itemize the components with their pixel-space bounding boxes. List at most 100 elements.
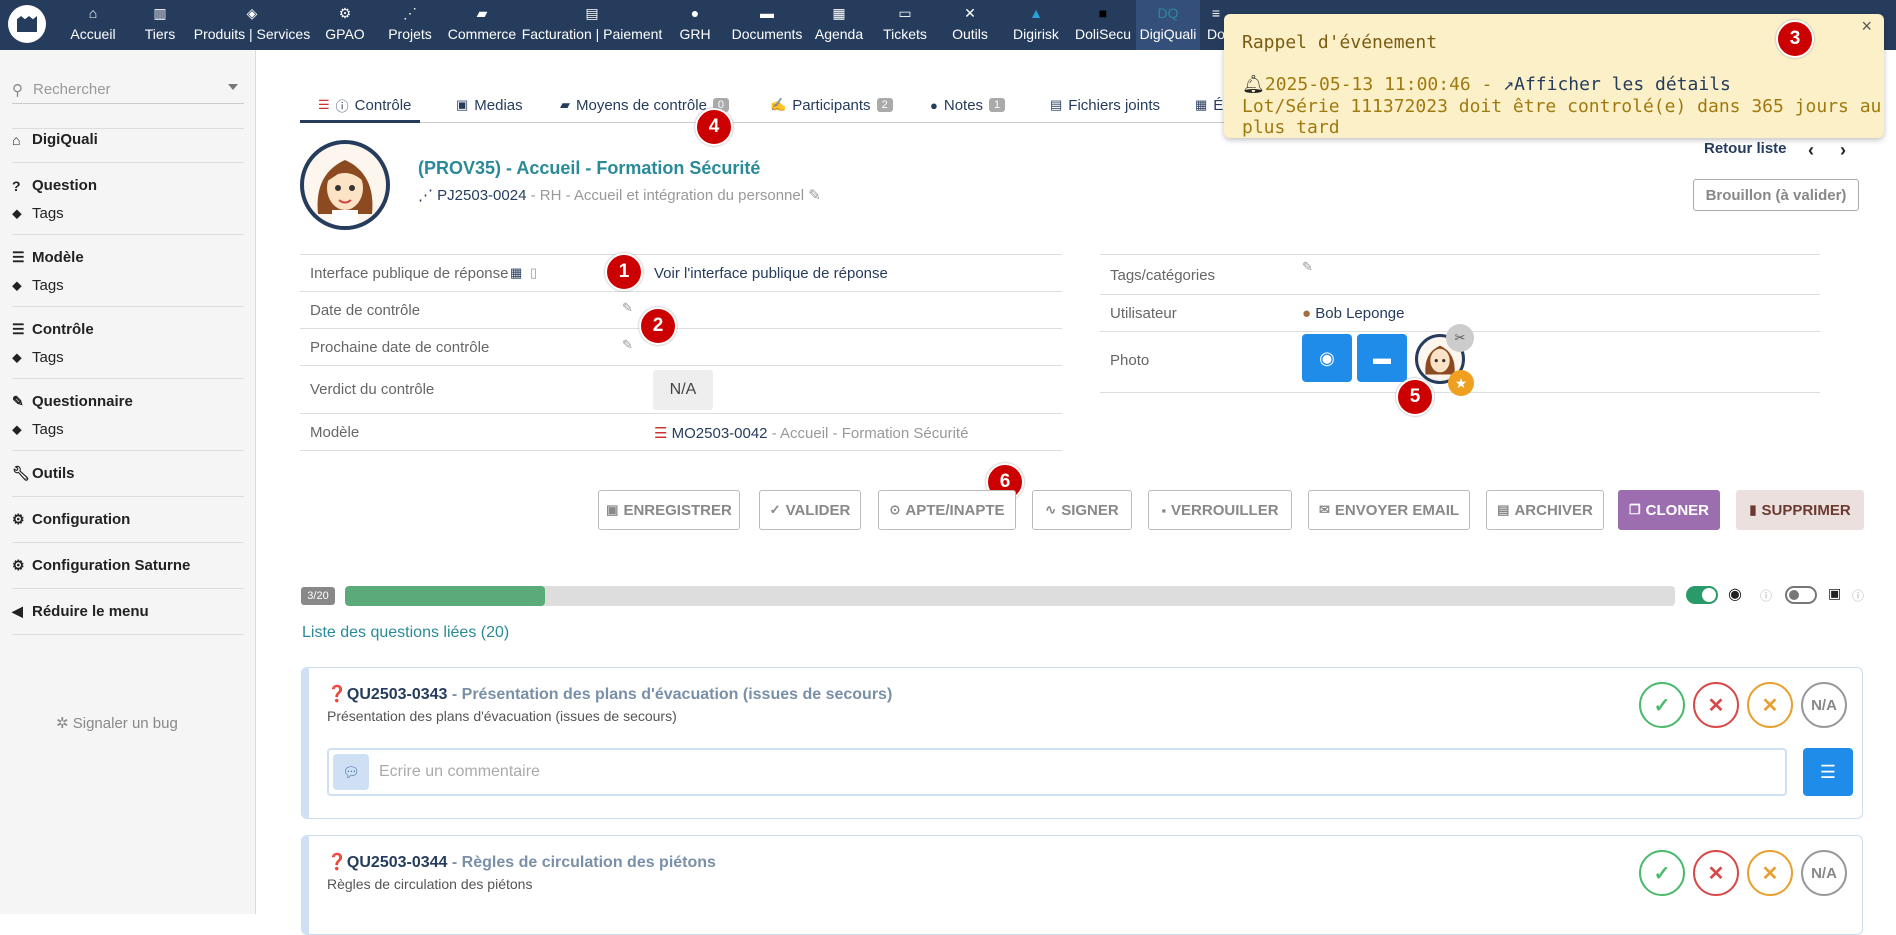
sidebar-item-controle-tags[interactable]: ⬥ Tags xyxy=(12,349,64,366)
report-bug-link[interactable]: ✲ Signaler un bug xyxy=(56,714,178,732)
answer-na-button[interactable]: N/A xyxy=(1801,682,1847,728)
chevron-left-icon[interactable]: ‹ xyxy=(1808,140,1814,161)
answer-ok-button[interactable]: ✓ xyxy=(1639,850,1685,896)
nav-dolisecu[interactable]: ■ DoliSecu xyxy=(1074,0,1132,50)
sidebar-item-outils[interactable]: 🔧︎ Outils xyxy=(12,465,75,482)
clone-button[interactable]: ❐ CLONER xyxy=(1618,490,1720,530)
list-icon: ≡ xyxy=(1211,5,1221,21)
folder-upload-button[interactable]: ▬ xyxy=(1357,334,1407,382)
question-title[interactable]: ❓QU2503-0344 - Règles de circulation des… xyxy=(327,852,716,872)
digiquali-icon: DQ xyxy=(1157,5,1179,21)
sign-button[interactable]: ∿ SIGNER xyxy=(1032,490,1132,530)
sidebar-item-question-tags[interactable]: ⬥ Tags xyxy=(12,205,64,222)
public-interface-link[interactable]: Voir l'interface publique de réponse xyxy=(654,265,888,282)
nav-do[interactable]: ≡ Do xyxy=(1206,0,1226,50)
tab-participants[interactable]: ✍ Participants 2 xyxy=(770,88,893,122)
nav-tiers[interactable]: ▥ Tiers xyxy=(140,0,180,50)
answer-ok-button[interactable]: ✓ xyxy=(1639,682,1685,728)
sidebar-item-controle[interactable]: ☰ Contrôle xyxy=(12,321,94,338)
toggle-switch-on[interactable] xyxy=(1686,586,1718,604)
back-to-list-link[interactable]: Retour liste xyxy=(1704,140,1787,157)
camera-icon: ◉ xyxy=(1319,347,1335,368)
details-link[interactable]: ↗Afficher les détails xyxy=(1503,74,1731,95)
marker-1: 1 xyxy=(605,253,643,291)
unlink-icon[interactable]: ✂ xyxy=(1446,324,1474,352)
ticket-icon: ▭ xyxy=(898,4,912,21)
nav-tickets[interactable]: ▭ Tickets xyxy=(882,0,928,50)
sidebar-item-modele[interactable]: ☰ Modèle xyxy=(12,249,84,266)
project-link[interactable]: ⋰ PJ2503-0024 - RH - Accueil et intégrat… xyxy=(418,186,821,204)
sidebar-item-questionnaire[interactable]: ✎ Questionnaire xyxy=(12,393,133,410)
sidebar-item-digiquali[interactable]: ⌂ DigiQuali xyxy=(12,131,98,148)
popup-datetime-line: 🔔︎2025-05-13 11:00:46 - ↗Afficher les dé… xyxy=(1242,74,1731,95)
pencil-icon[interactable]: ✎ xyxy=(622,337,633,353)
chevron-right-icon[interactable]: › xyxy=(1840,140,1846,161)
bell-icon: 🔔︎ xyxy=(1242,74,1265,95)
image-icon[interactable]: ▣ xyxy=(1828,585,1841,602)
field-modele: Modèle ☰ MO2503-0042 - Accueil - Formati… xyxy=(300,413,1062,450)
qrcode-icon[interactable]: ▦ xyxy=(510,265,522,281)
nav-digiquali[interactable]: DQ DigiQuali xyxy=(1136,0,1200,50)
apte-inapte-button[interactable]: ⊙ APTE/INAPTE xyxy=(878,490,1016,530)
tab-notes[interactable]: ● Notes 1 xyxy=(930,88,1006,122)
archive-button[interactable]: ▤ ARCHIVER xyxy=(1486,490,1604,530)
camera-upload-button[interactable]: ◉ xyxy=(1302,334,1352,382)
user-link[interactable]: ● Bob Leponge xyxy=(1302,305,1405,322)
nav-outils[interactable]: ✕ Outils xyxy=(950,0,990,50)
comment-input[interactable]: 💬︎ Ecrire un commentaire xyxy=(327,748,1787,796)
project-icon: ⋰ xyxy=(403,4,417,21)
star-icon[interactable]: ★ xyxy=(1448,370,1474,396)
nav-agenda[interactable]: ▦ Agenda xyxy=(814,0,864,50)
nav-accueil[interactable]: ⌂ Accueil xyxy=(68,0,118,50)
modele-link[interactable]: ☰ MO2503-0042 - Accueil - Formation Sécu… xyxy=(654,424,968,442)
nav-gpao[interactable]: ⚙ GPAO xyxy=(324,0,366,50)
save-button[interactable]: ▣ ENREGISTRER xyxy=(598,490,740,530)
send-email-button[interactable]: ✉ ENVOYER EMAIL xyxy=(1308,490,1470,530)
tab-fichiers-joints[interactable]: ▤ Fichiers joints xyxy=(1050,88,1160,122)
eye-icon[interactable]: ◉ xyxy=(1728,584,1742,604)
answer-ko-button[interactable]: ✕ xyxy=(1693,682,1739,728)
sidebar-item-modele-tags[interactable]: ⬥ Tags xyxy=(12,277,64,294)
external-link-icon: ↗ xyxy=(1503,74,1515,95)
sidebar-item-questionnaire-tags[interactable]: ⬥ Tags xyxy=(12,421,64,438)
answer-repair-button[interactable]: ✕ xyxy=(1747,850,1793,896)
tab-medias[interactable]: ▣ Medias xyxy=(456,88,523,122)
question-title[interactable]: ❓QU2503-0343 - Présentation des plans d'… xyxy=(327,684,892,704)
clipboard-icon[interactable]: ▯ xyxy=(530,265,537,281)
answer-repair-button[interactable]: ✕ xyxy=(1747,682,1793,728)
app-logo[interactable] xyxy=(8,5,46,43)
toolbox-icon: ▰ xyxy=(560,97,570,112)
nav-commerce[interactable]: ▰ Commerce xyxy=(448,0,516,50)
lock-button[interactable]: ▪ VERROUILLER xyxy=(1148,490,1292,530)
project-icon: ⋰ xyxy=(418,187,438,204)
search-input[interactable]: ⚲ Rechercher xyxy=(12,76,244,104)
archive-icon: ▤ xyxy=(1497,502,1510,517)
answer-ko-button[interactable]: ✕ xyxy=(1693,850,1739,896)
pencil-icon[interactable]: ✎ xyxy=(808,187,821,204)
toggle-switch-off[interactable] xyxy=(1785,586,1817,604)
nav-produits[interactable]: ◈ Produits | Services xyxy=(194,0,310,50)
sidebar-item-configuration-saturne[interactable]: ⚙ Configuration Saturne xyxy=(12,557,190,574)
nav-documents[interactable]: ▬ Documents xyxy=(728,0,806,50)
sidebar-item-configuration[interactable]: ⚙ Configuration xyxy=(12,511,130,528)
sidebar-item-reduire-menu[interactable]: ◀ Réduire le menu xyxy=(12,603,149,620)
nav-digirisk[interactable]: ▲ Digirisk xyxy=(1012,0,1060,50)
pencil-icon[interactable]: ✎ xyxy=(1302,259,1313,275)
popup-message: Lot/Série 111372023 doit être controlé(e… xyxy=(1242,96,1882,138)
divider xyxy=(12,378,244,379)
validate-button[interactable]: ✓ VALIDER xyxy=(759,490,861,530)
add-list-button[interactable]: ☰ xyxy=(1803,748,1853,796)
close-icon[interactable]: × xyxy=(1861,16,1872,37)
delete-button[interactable]: ▮ SUPPRIMER xyxy=(1736,490,1864,530)
popup-title: Rappel d'événement xyxy=(1242,32,1438,53)
sidebar-item-question[interactable]: ? Question xyxy=(12,177,97,194)
answer-na-button[interactable]: N/A xyxy=(1801,850,1847,896)
nav-facturation[interactable]: ▤ Facturation | Paiement xyxy=(522,0,663,50)
nav-grh[interactable]: ● GRH xyxy=(678,0,712,50)
question-description: Présentation des plans d'évacuation (iss… xyxy=(327,708,677,724)
tab-controle[interactable]: ☰ ⓘ Contrôle xyxy=(318,88,411,122)
tab-evenements[interactable]: ▦ É xyxy=(1195,88,1223,122)
divider xyxy=(12,306,244,307)
pencil-icon[interactable]: ✎ xyxy=(622,300,633,316)
nav-projets[interactable]: ⋰ Projets xyxy=(386,0,434,50)
